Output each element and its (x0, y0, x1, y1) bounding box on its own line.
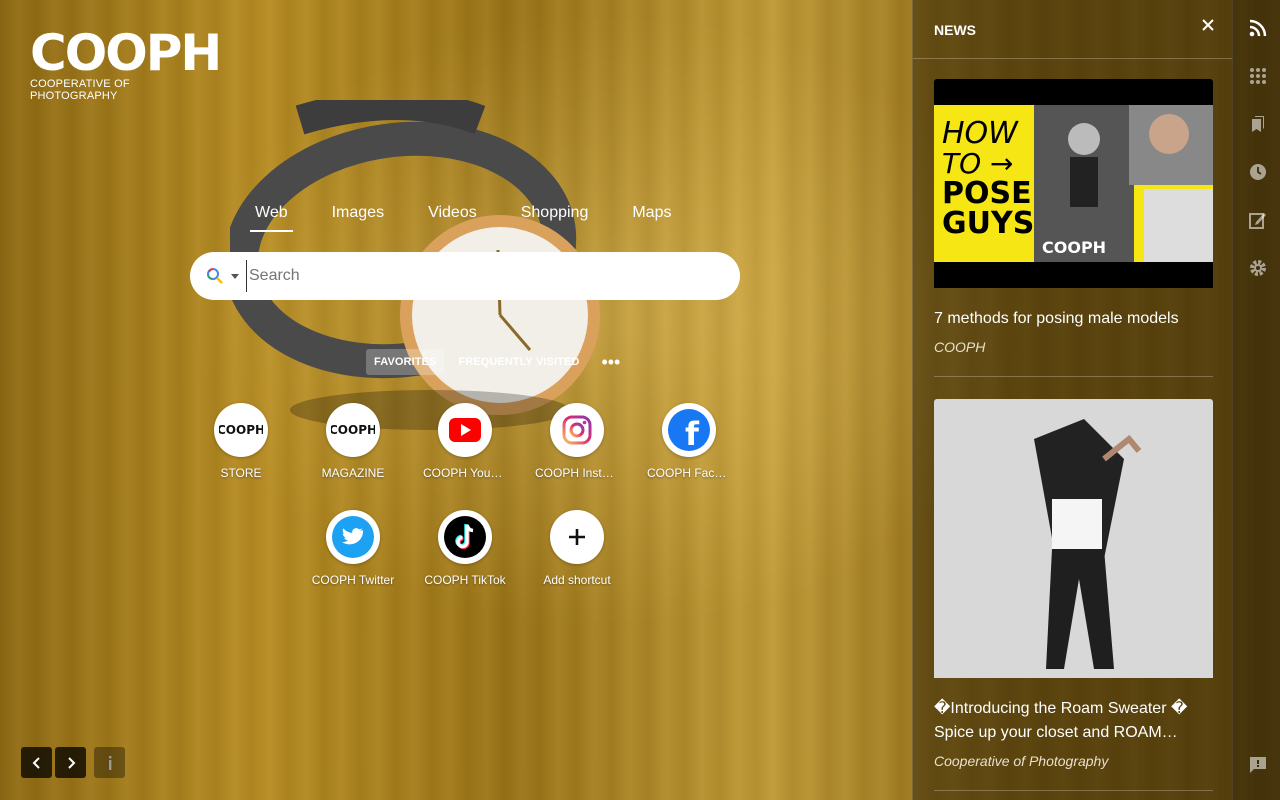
thumb-text-line: GUYS (942, 206, 1034, 241)
tab-images[interactable]: Images (310, 200, 406, 232)
search-input[interactable] (246, 260, 740, 292)
shortcut-label: MAGAZINE (321, 466, 385, 480)
shortcut-store[interactable]: COOPH STORE (191, 403, 291, 480)
shortcut-facebook[interactable]: f COOPH Faceb… (639, 403, 739, 480)
news-title: NEWS (934, 22, 976, 38)
bookmarks-icon[interactable] (1248, 114, 1268, 134)
svg-text:COOPH: COOPH (219, 423, 263, 437)
news-thumbnail[interactable] (934, 399, 1213, 683)
shortcut-magazine[interactable]: COOPH MAGAZINE (303, 403, 403, 480)
news-header: NEWS (913, 0, 1233, 59)
shortcut-label: STORE (220, 466, 262, 480)
shortcut-label: COOPH Instagr… (535, 466, 627, 480)
more-options-icon[interactable]: ••• (593, 353, 628, 371)
tab-favorites[interactable]: FAVORITES (366, 349, 445, 375)
shortcut-label: Add shortcut (543, 573, 611, 587)
notes-edit-icon[interactable] (1248, 210, 1268, 230)
tab-shopping[interactable]: Shopping (499, 200, 611, 232)
news-item[interactable]: HOW TO → POSE GUYS COOPH 7 methods for p… (934, 79, 1213, 377)
shortcut-label: COOPH YouTu… (423, 466, 515, 480)
next-wallpaper-button[interactable] (55, 747, 86, 778)
thumb-brand: COOPH (1042, 238, 1106, 257)
cooph-logo-icon: COOPH (214, 403, 268, 457)
search-box (190, 252, 740, 300)
twitter-icon (326, 510, 380, 564)
chevron-down-icon (231, 274, 239, 279)
chevron-left-icon (32, 756, 40, 769)
youtube-icon (438, 403, 492, 457)
wallpaper-info-button[interactable] (94, 747, 125, 778)
shortcut-tiktok[interactable]: COOPH TikTok (415, 510, 515, 587)
svg-text:COOPH: COOPH (331, 423, 375, 437)
news-panel: NEWS HOW TO → POSE GUYS COOPH 7 methods … (912, 0, 1233, 800)
divider (934, 790, 1213, 791)
news-item[interactable]: �Introducing the Roam Sweater � Spice up… (934, 399, 1213, 791)
news-source: Cooperative of Photography (934, 753, 1109, 769)
tab-web[interactable]: Web (233, 200, 310, 232)
cooph-logo[interactable]: COOPH COOPERATIVE OF PHOTOGRAPHY (30, 24, 222, 102)
logo-wordmark: COOPH (30, 24, 222, 82)
search-type-tabs: Web Images Videos Shopping Maps (233, 200, 693, 232)
feedback-icon[interactable] (1248, 755, 1268, 775)
search-engine-selector[interactable] (206, 267, 246, 285)
tab-videos[interactable]: Videos (406, 200, 499, 232)
shortcut-twitter[interactable]: COOPH Twitter (303, 510, 403, 587)
history-clock-icon[interactable] (1248, 162, 1268, 182)
tiktok-icon (438, 510, 492, 564)
right-sidebar (1232, 0, 1280, 800)
svg-text:f: f (685, 415, 700, 452)
info-icon (108, 755, 111, 770)
search-engine-icon (207, 268, 223, 284)
facebook-icon: f (662, 403, 716, 457)
shortcut-youtube[interactable]: COOPH YouTu… (415, 403, 515, 480)
news-headline[interactable]: 7 methods for posing male models (934, 307, 1213, 331)
cooph-logo-icon: COOPH (326, 403, 380, 457)
shortcut-instagram[interactable]: COOPH Instagr… (527, 403, 627, 480)
shortcut-label: COOPH Twitter (311, 573, 395, 587)
instagram-icon (550, 403, 604, 457)
previous-wallpaper-button[interactable] (21, 747, 52, 778)
tab-frequently-visited[interactable]: FREQUENTLY VISITED (450, 349, 587, 375)
close-icon[interactable] (1201, 18, 1215, 32)
news-source: COOPH (934, 339, 986, 355)
thumb-text-line: HOW (942, 116, 1019, 151)
shortcut-label: COOPH Faceb… (647, 466, 739, 480)
gear-icon[interactable] (1248, 258, 1268, 278)
news-thumbnail[interactable]: HOW TO → POSE GUYS COOPH (934, 79, 1213, 293)
rss-icon[interactable] (1248, 18, 1268, 38)
add-shortcut-button[interactable]: Add shortcut (527, 510, 627, 587)
apps-grid-icon[interactable] (1248, 66, 1268, 86)
news-headline[interactable]: �Introducing the Roam Sweater � Spice up… (934, 697, 1213, 745)
plus-icon (550, 510, 604, 564)
tab-maps[interactable]: Maps (610, 200, 693, 232)
chevron-right-icon (67, 756, 75, 769)
shortcut-tabs: FAVORITES FREQUENTLY VISITED ••• (366, 349, 628, 375)
shortcut-label: COOPH TikTok (424, 573, 506, 587)
divider (934, 376, 1213, 377)
